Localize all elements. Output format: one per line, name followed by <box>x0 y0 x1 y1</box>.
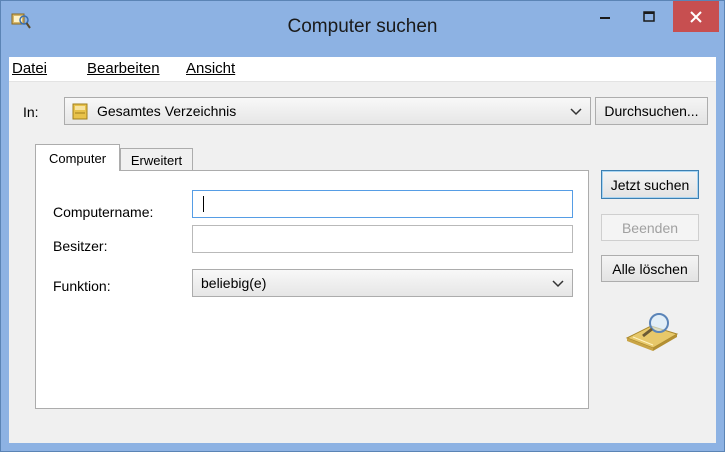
close-button[interactable] <box>673 1 719 32</box>
menu-datei[interactable]: Datei <box>12 60 47 77</box>
text-caret <box>203 196 204 212</box>
owner-label: Besitzer: <box>53 238 108 254</box>
menu-ansicht[interactable]: Ansicht <box>186 60 235 77</box>
browse-button[interactable]: Durchsuchen... <box>595 97 708 125</box>
chevron-down-icon <box>552 280 564 288</box>
magnifier-folder-icon <box>625 313 679 351</box>
chevron-down-icon <box>570 108 582 116</box>
title-bar[interactable]: Computer suchen <box>1 1 724 57</box>
tab-erweitert[interactable]: Erweitert <box>120 148 193 171</box>
search-computer-window: Computer suchen Datei Bearbeiten Ansicht… <box>0 0 725 452</box>
function-dropdown[interactable]: beliebig(e) <box>192 269 573 297</box>
function-label: Funktion: <box>53 278 111 294</box>
stop-button[interactable]: Beenden <box>601 214 699 241</box>
maximize-icon <box>643 10 655 22</box>
computername-field[interactable] <box>192 190 573 218</box>
computer-tab-panel: Computername: Besitzer: Funktion: belieb… <box>35 170 589 409</box>
owner-field[interactable] <box>192 225 573 253</box>
computername-label: Computername: <box>53 204 154 220</box>
tab-computer[interactable]: Computer <box>35 144 120 171</box>
close-icon <box>690 10 702 23</box>
clear-all-button[interactable]: Alle löschen <box>601 255 699 282</box>
minimize-button[interactable] <box>583 1 627 32</box>
menu-bearbeiten[interactable]: Bearbeiten <box>87 60 160 77</box>
menu-bar: Datei Bearbeiten Ansicht <box>9 57 716 82</box>
minimize-icon <box>600 16 610 19</box>
search-now-button[interactable]: Jetzt suchen <box>601 170 699 199</box>
function-selected-value: beliebig(e) <box>201 275 267 291</box>
location-dropdown[interactable]: Gesamtes Verzeichnis <box>64 97 591 125</box>
location-label: In: <box>23 104 39 120</box>
directory-icon <box>72 103 88 120</box>
location-selected-value: Gesamtes Verzeichnis <box>97 103 237 119</box>
maximize-button[interactable] <box>627 1 671 32</box>
dialog-client-area: Datei Bearbeiten Ansicht In: Gesamtes Ve… <box>9 57 716 443</box>
